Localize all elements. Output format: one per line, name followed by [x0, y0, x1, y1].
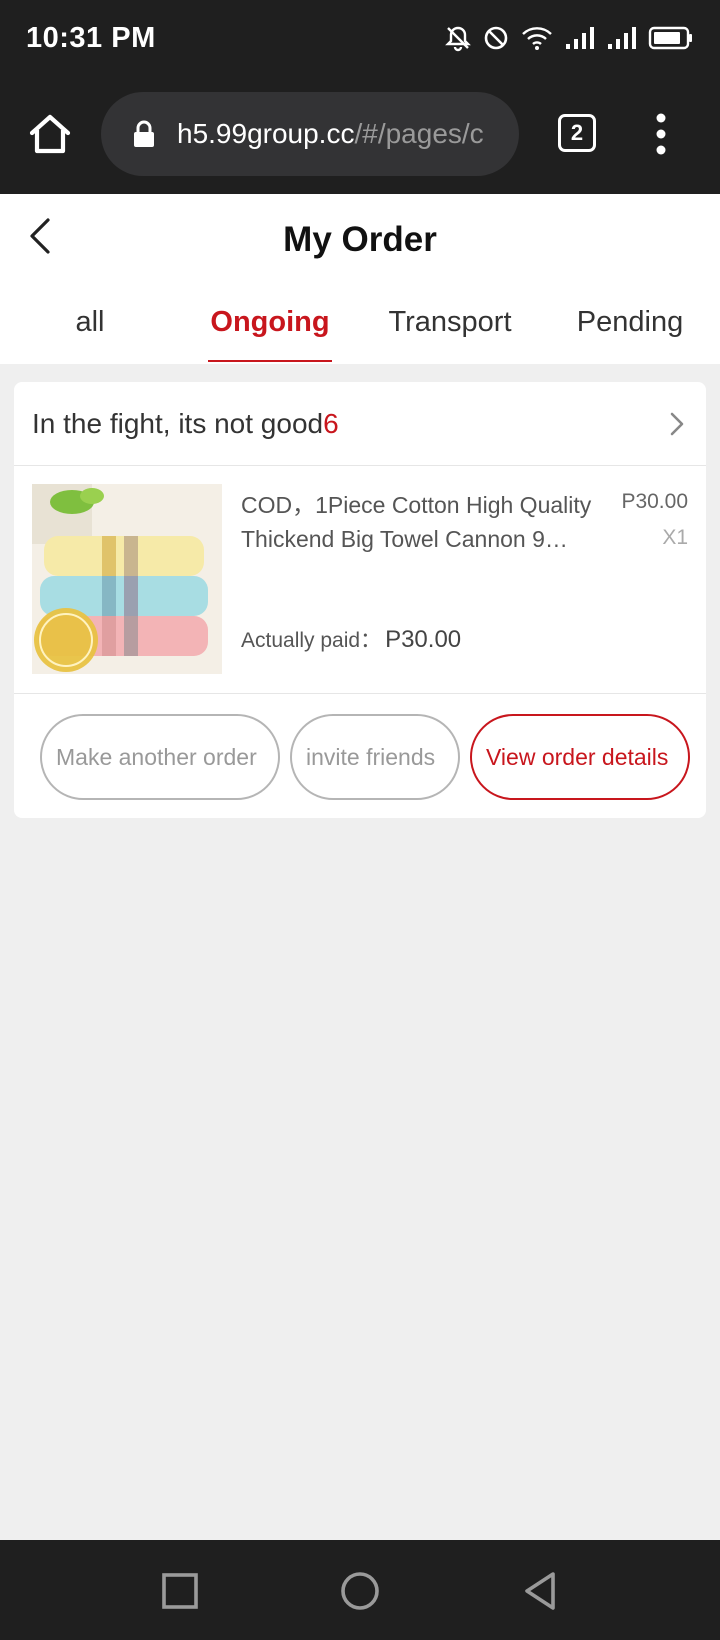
signal-icon	[566, 27, 594, 49]
bell-off-icon	[445, 26, 471, 52]
order-card: In the fight, its not good 6 COD，1Piece …	[14, 382, 706, 818]
battery-icon	[648, 26, 692, 50]
paid-label: Actually paid：	[241, 629, 382, 652]
towel-image	[32, 484, 222, 674]
status-icons	[444, 24, 694, 52]
do-not-disturb-icon	[484, 26, 508, 50]
view-order-details-button[interactable]: View order details	[470, 714, 690, 800]
lock-icon	[134, 120, 154, 147]
url-text: h5.99group.cc/#/pages/c	[177, 118, 484, 150]
status-time: 10:31 PM	[26, 21, 156, 54]
home-icon[interactable]	[26, 110, 74, 158]
product-image[interactable]	[32, 484, 222, 674]
back-triangle-icon[interactable]	[517, 1568, 563, 1614]
wifi-icon	[522, 27, 552, 50]
browser-toolbar: h5.99group.cc/#/pages/c 2	[0, 76, 720, 194]
tab-pending[interactable]: Pending	[540, 294, 720, 364]
make-another-order-button[interactable]: Make another order	[40, 714, 280, 800]
page-title: My Order	[283, 220, 437, 259]
invite-friends-button[interactable]: invite friends	[290, 714, 460, 800]
signal-icon	[608, 27, 636, 49]
actually-paid-row: Actually paid： P30.00	[241, 624, 461, 654]
product-price: P30.00	[621, 490, 688, 513]
product-row[interactable]: COD，1Piece Cotton High Quality Thickend …	[14, 466, 706, 694]
more-vertical-icon[interactable]	[652, 112, 670, 156]
app-header: My Order all Ongoing Transport Pending	[0, 194, 720, 364]
order-status-count: 6	[323, 407, 339, 439]
home-circle-icon[interactable]	[337, 1568, 383, 1614]
system-nav-bar	[0, 1540, 720, 1640]
address-bar[interactable]: h5.99group.cc/#/pages/c	[101, 92, 519, 176]
order-tabs: all Ongoing Transport Pending	[0, 294, 720, 364]
chevron-right-icon	[670, 412, 684, 436]
tab-all[interactable]: all	[0, 294, 180, 364]
product-quantity: X1	[662, 526, 688, 549]
order-status-text: In the fight, its not good	[32, 407, 324, 439]
recents-square-icon[interactable]	[157, 1568, 203, 1614]
product-name: COD，1Piece Cotton High Quality Thickend …	[241, 492, 592, 552]
order-status-row[interactable]: In the fight, its not good 6	[14, 382, 706, 466]
url-path: /#/pages/c	[354, 118, 484, 149]
status-bar: 10:31 PM	[0, 0, 720, 76]
paid-value: P30.00	[385, 626, 462, 653]
tab-ongoing[interactable]: Ongoing	[180, 294, 360, 364]
url-domain: h5.99group.cc	[177, 118, 355, 149]
tab-switcher-button[interactable]: 2	[558, 114, 596, 152]
tab-transport[interactable]: Transport	[360, 294, 540, 364]
